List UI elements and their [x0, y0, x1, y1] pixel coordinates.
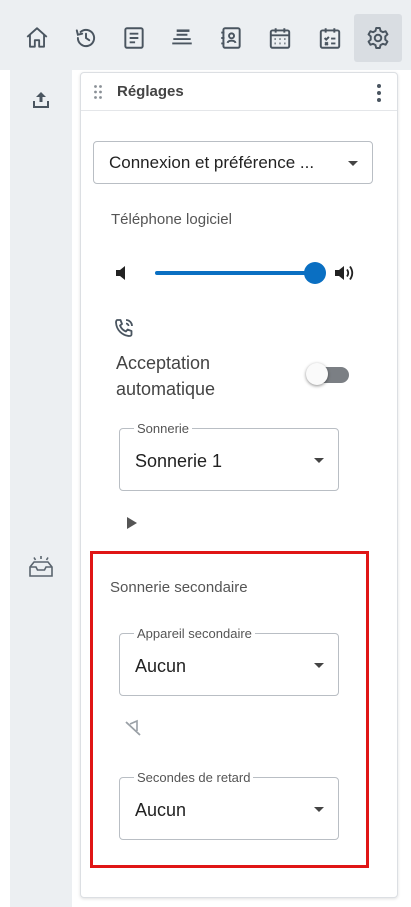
volume-low-icon [116, 266, 125, 280]
contacts-button[interactable] [207, 14, 255, 62]
more-options-button[interactable] [369, 82, 389, 104]
panel-title: Réglages [117, 83, 184, 100]
panel-header: Réglages [81, 73, 397, 111]
inbox-button[interactable] [26, 554, 56, 580]
gear-icon [367, 27, 389, 49]
queue-button[interactable] [158, 14, 206, 62]
home-button[interactable] [13, 14, 61, 62]
chevron-down-icon [348, 161, 358, 166]
auto-answer-label: Acceptation automatique [116, 353, 216, 399]
upload-icon [33, 92, 49, 108]
tasks-icon [319, 28, 341, 49]
queue-icon [172, 29, 192, 45]
auto-answer-toggle-thumb[interactable] [306, 363, 328, 385]
chevron-down-icon [314, 458, 324, 463]
tasks-button[interactable] [306, 14, 354, 62]
left-sidebar [10, 70, 72, 907]
volume-high-icon [335, 265, 354, 281]
volume-slider-thumb[interactable] [304, 262, 326, 284]
notes-icon [124, 27, 144, 49]
settings-category-value: Connexion et préférence ... [109, 153, 315, 172]
notes-button[interactable] [110, 14, 158, 62]
kebab-menu-icon [377, 84, 381, 102]
home-icon [26, 27, 48, 48]
calendar-icon [269, 28, 291, 49]
volume-slider-track[interactable] [155, 271, 315, 275]
secondary-ring-highlight [90, 551, 369, 868]
inbox-icon [29, 556, 53, 577]
ringtone-select[interactable]: Sonnerie Sonnerie 1 [119, 421, 339, 491]
upload-button[interactable] [28, 87, 54, 113]
play-ringtone-icon[interactable] [127, 517, 137, 529]
contacts-icon [221, 27, 241, 49]
history-icon [75, 28, 96, 48]
drag-handle-icon[interactable] [93, 84, 103, 100]
softphone-section-label: Téléphone logiciel [111, 211, 232, 228]
history-button[interactable] [62, 14, 110, 62]
settings-button[interactable] [354, 14, 402, 62]
settings-category-select[interactable]: Connexion et préférence ... [93, 141, 373, 184]
ringtone-value: Sonnerie 1 [135, 451, 223, 471]
phone-auto-answer-icon [115, 319, 133, 337]
top-toolbar [0, 0, 411, 70]
ringtone-legend: Sonnerie [134, 421, 193, 436]
calendar-button[interactable] [256, 14, 304, 62]
